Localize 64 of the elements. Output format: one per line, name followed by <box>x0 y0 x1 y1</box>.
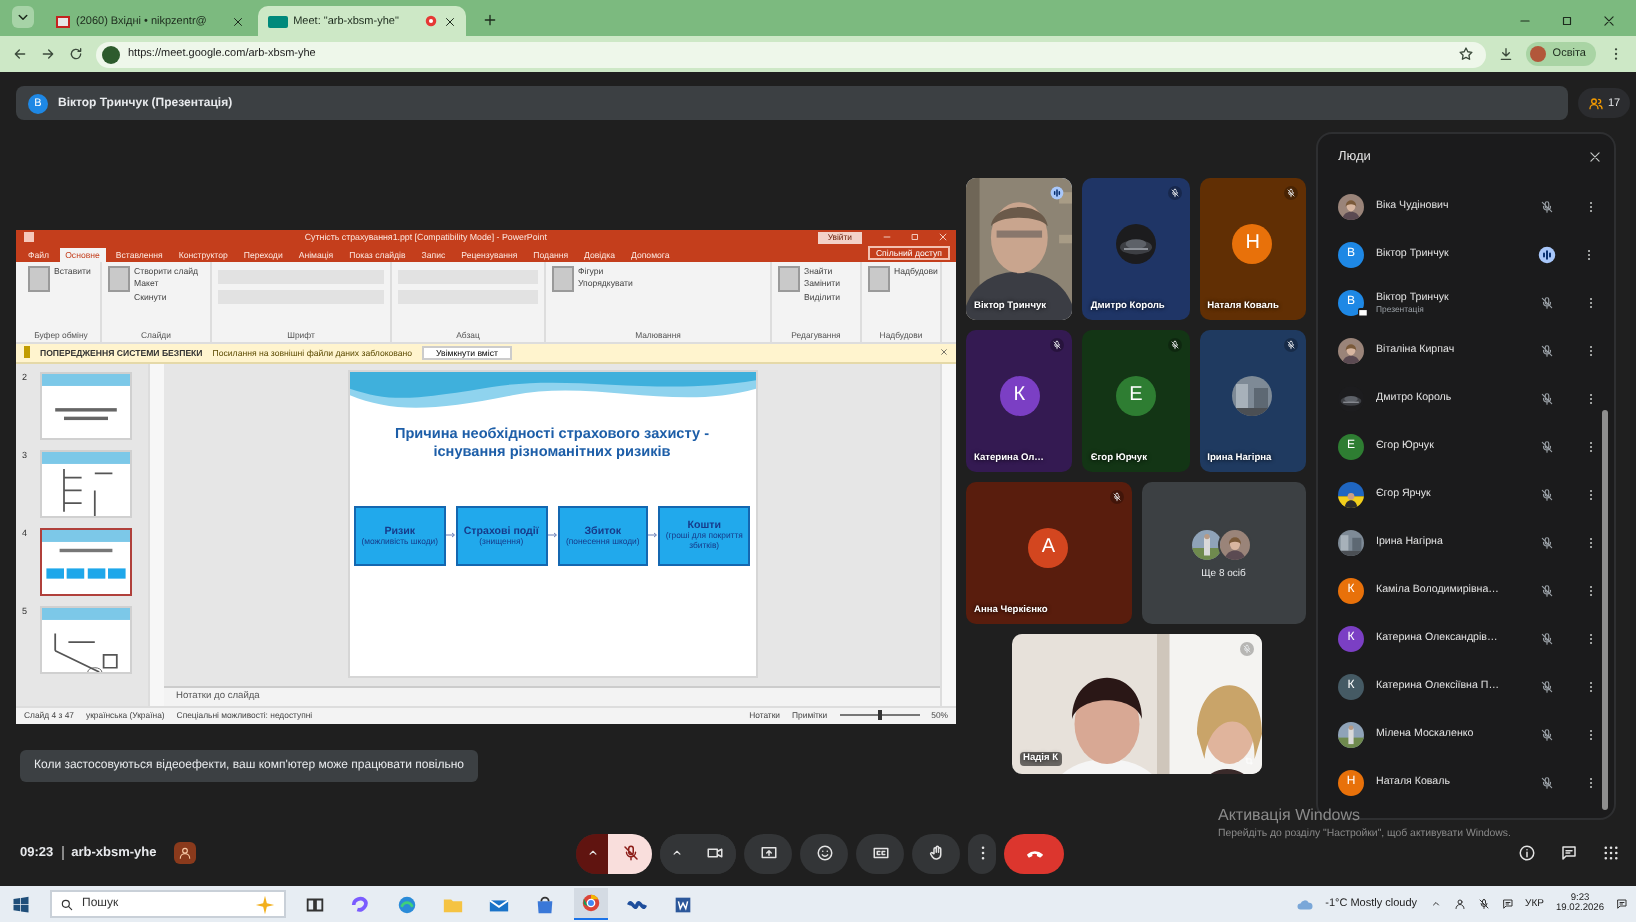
caret-icon <box>585 846 599 860</box>
people-icon <box>1587 95 1604 111</box>
chat-icon[interactable] <box>1560 844 1578 862</box>
notification-icon[interactable] <box>1616 898 1628 910</box>
site-info-icon[interactable] <box>102 45 120 63</box>
arrow-connector <box>547 530 557 541</box>
more-icon[interactable] <box>1584 295 1598 309</box>
cloud-icon <box>1295 895 1314 913</box>
captions-icon <box>871 844 889 862</box>
avatar-icon <box>1530 46 1547 62</box>
more-icon[interactable] <box>1584 439 1598 453</box>
star-icon[interactable] <box>1458 46 1475 62</box>
leave-call-button[interactable] <box>1004 833 1064 873</box>
scrollbar[interactable] <box>940 363 956 705</box>
more-icon[interactable] <box>1582 247 1596 261</box>
reactions-button[interactable] <box>800 833 848 873</box>
microphone-button[interactable] <box>608 833 652 873</box>
download-icon[interactable] <box>1498 46 1515 62</box>
browser-icon[interactable] <box>574 888 608 920</box>
person-icon[interactable] <box>1453 898 1466 910</box>
person-icon[interactable] <box>174 842 197 864</box>
hand-icon <box>927 844 945 862</box>
sparkle-icon <box>254 893 276 915</box>
present-button[interactable] <box>744 833 792 873</box>
avatar: К <box>999 375 1040 415</box>
more-icon[interactable] <box>1584 391 1598 405</box>
more-icon[interactable] <box>1584 727 1598 741</box>
reload-icon[interactable] <box>68 46 84 62</box>
forward-icon[interactable] <box>40 46 56 62</box>
more-icon[interactable] <box>1584 775 1598 789</box>
more-icon[interactable] <box>1584 535 1598 549</box>
mic-off-icon <box>621 844 639 862</box>
more-icon[interactable] <box>1584 583 1598 597</box>
slide-thumbnail[interactable] <box>40 527 132 595</box>
avatar: Е <box>1115 375 1156 415</box>
info-icon[interactable] <box>1518 844 1536 862</box>
more-icon[interactable] <box>1584 631 1598 645</box>
present-icon <box>759 844 777 862</box>
new-tab-icon[interactable] <box>482 12 498 28</box>
scrollbar[interactable] <box>148 363 164 705</box>
start-icon[interactable] <box>12 895 30 913</box>
activation-title: Активація Windows <box>1218 806 1363 824</box>
tab-search-icon[interactable] <box>12 6 34 28</box>
envelope-icon <box>56 15 70 27</box>
more-icon[interactable] <box>1584 343 1598 357</box>
close-icon[interactable] <box>444 15 456 27</box>
back-icon[interactable] <box>12 46 28 62</box>
close-icon[interactable] <box>1602 14 1616 28</box>
arrow-connector <box>445 530 456 541</box>
captions-button[interactable] <box>856 833 904 873</box>
close-icon[interactable] <box>232 15 244 27</box>
more-icon[interactable] <box>1584 487 1598 501</box>
emoji-icon <box>815 844 833 862</box>
apps-icon[interactable] <box>1602 844 1620 862</box>
more-icon[interactable] <box>1584 679 1598 693</box>
raise-hand-button[interactable] <box>912 833 960 873</box>
caret-icon[interactable] <box>1429 898 1442 910</box>
caret-icon <box>669 846 683 860</box>
more-icon[interactable] <box>1584 199 1598 213</box>
maximize-icon[interactable] <box>1560 14 1574 28</box>
avatar: Н <box>1232 223 1273 263</box>
arrow-connector <box>648 530 659 541</box>
avatar: А <box>1028 527 1069 567</box>
slider-thumb[interactable] <box>877 710 882 720</box>
